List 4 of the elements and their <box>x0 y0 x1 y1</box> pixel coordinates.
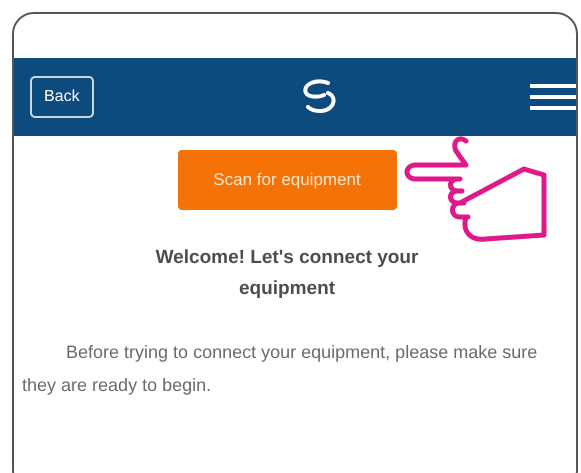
instructions-paragraph: Before trying to connect your equipment, please make sure they are ready to begin. <box>21 341 538 397</box>
back-button[interactable]: Back <box>30 76 94 118</box>
menu-icon[interactable] <box>530 84 576 110</box>
welcome-heading: Welcome! Let's connect your equipment <box>154 246 420 301</box>
